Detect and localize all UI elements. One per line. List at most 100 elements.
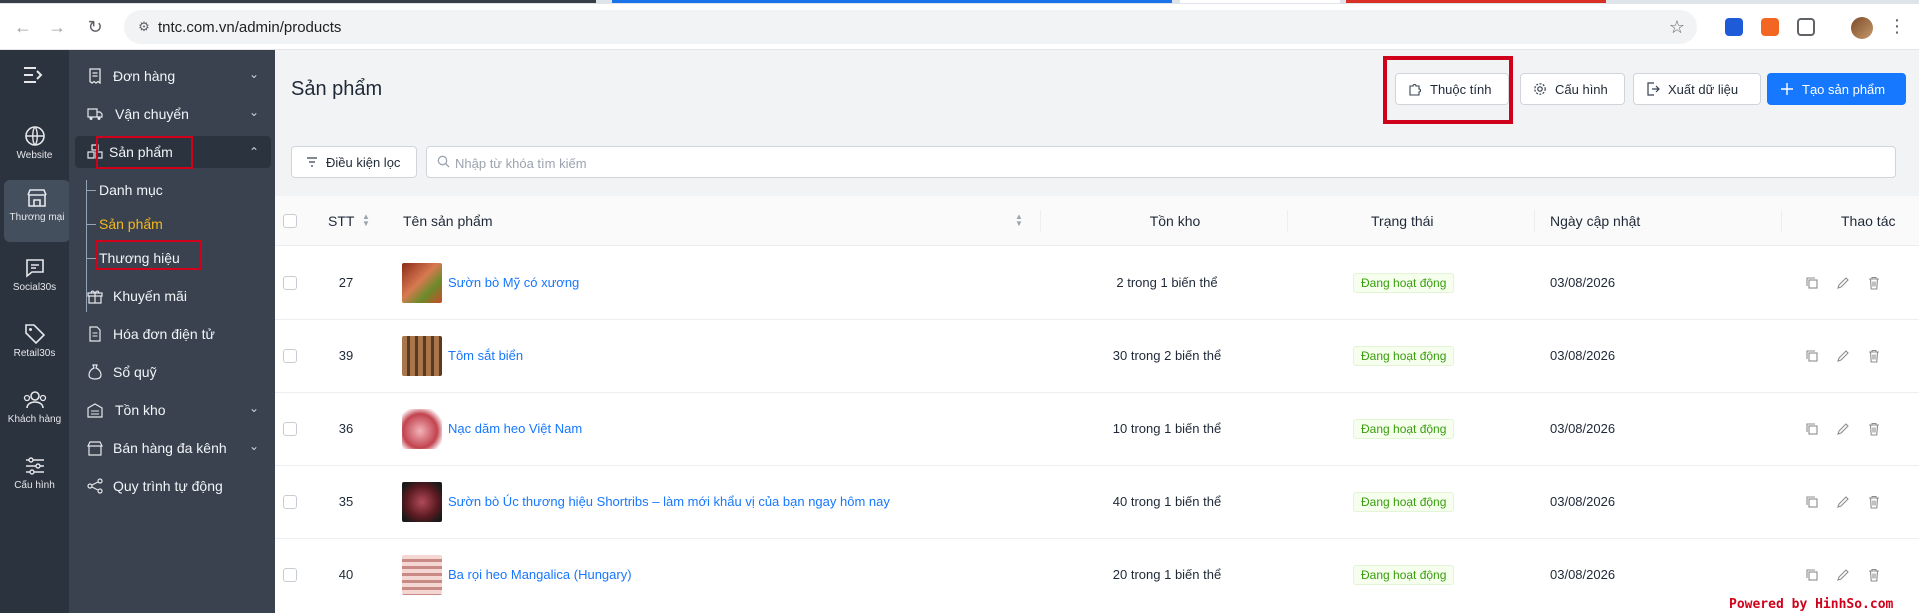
delete-icon[interactable] (1867, 349, 1881, 363)
sidebar-item-label: Bán hàng đa kênh (113, 440, 227, 456)
product-name-link[interactable]: Tôm sắt biển (448, 348, 523, 363)
browser-tab[interactable] (0, 0, 596, 3)
rail-item-customers[interactable]: Khách hàng (0, 382, 69, 444)
sliders-icon (25, 457, 44, 475)
product-thumbnail[interactable] (402, 263, 442, 303)
forward-icon[interactable]: → (46, 16, 68, 38)
address-bar[interactable]: ⚙ tntc.com.vn/admin/products ☆ (124, 10, 1697, 44)
sidebar-item-promotions[interactable]: Khuyến mãi (75, 280, 271, 312)
status-badge: Đang hoạt động (1353, 346, 1455, 366)
chevron-up-icon: ⌃ (248, 145, 259, 159)
column-header-stt[interactable]: STT (328, 213, 354, 229)
back-icon[interactable]: ← (12, 16, 34, 38)
config-button[interactable]: Cấu hình (1520, 73, 1625, 105)
rail-item-commerce[interactable]: Thương mại (4, 180, 70, 242)
filter-button[interactable]: Điều kiện lọc (291, 146, 417, 178)
collapse-menu-icon[interactable] (22, 66, 44, 89)
edit-icon[interactable] (1836, 276, 1850, 290)
column-header-updated: Ngày cập nhật (1550, 213, 1641, 229)
bookmark-star-icon[interactable]: ☆ (1669, 17, 1685, 38)
chevron-down-icon: ⌄ (248, 67, 259, 81)
status-badge: Đang hoạt động (1353, 565, 1455, 585)
delete-icon[interactable] (1867, 276, 1881, 290)
delete-icon[interactable] (1867, 495, 1881, 509)
reload-icon[interactable]: ↻ (84, 16, 106, 38)
url-text[interactable]: tntc.com.vn/admin/products (158, 19, 341, 36)
row-checkbox[interactable] (283, 276, 297, 290)
sort-icon[interactable]: ▲ ▼ (362, 213, 370, 228)
sidebar-item-orders[interactable]: Đơn hàng ⌄ (75, 60, 271, 92)
row-checkbox[interactable] (283, 349, 297, 363)
profile-avatar[interactable] (1851, 17, 1873, 39)
product-thumbnail[interactable] (402, 409, 442, 449)
product-name-link[interactable]: Ba rọi heo Mangalica (Hungary) (448, 567, 632, 582)
table-row[interactable]: 35 Sườn bò Úc thương hiệu Shortribs – là… (275, 466, 1919, 539)
table-row[interactable]: 39 Tôm sắt biển 30 trong 2 biến thể Đang… (275, 320, 1919, 393)
copy-icon[interactable] (1805, 422, 1819, 436)
table-row[interactable]: 27 Sườn bò Mỹ có xương 2 trong 1 biến th… (275, 247, 1919, 320)
export-icon (1647, 82, 1660, 96)
copy-icon[interactable] (1805, 276, 1819, 290)
column-header-name[interactable]: Tên sản phẩm (403, 213, 493, 229)
edit-icon[interactable] (1836, 349, 1850, 363)
table-row[interactable]: 36 Nạc dăm heo Việt Nam 10 trong 1 biến … (275, 393, 1919, 466)
extensions-puzzle-icon[interactable] (1797, 18, 1815, 36)
search-box[interactable] (426, 146, 1896, 178)
extension-shield-icon[interactable] (1725, 18, 1743, 36)
sidebar-item-shipping[interactable]: Vận chuyển ⌄ (75, 98, 271, 130)
product-thumbnail[interactable] (402, 482, 442, 522)
rail-item-social30s[interactable]: Social30s (0, 250, 69, 312)
create-product-button[interactable]: Tạo sản phẩm (1767, 73, 1906, 105)
browser-menu-icon[interactable]: ⋮ (1888, 16, 1906, 37)
rail-item-website[interactable]: Website (0, 118, 69, 180)
site-info-icon[interactable]: ⚙ (136, 19, 152, 35)
sidebar-item-omnichannel[interactable]: Bán hàng đa kênh ⌄ (75, 432, 271, 464)
delete-icon[interactable] (1867, 568, 1881, 582)
select-all-checkbox[interactable] (283, 214, 297, 228)
product-thumbnail[interactable] (402, 336, 442, 376)
sidebar-menu: Đơn hàng ⌄ Vận chuyển ⌄ Sản phẩm ⌃ Danh … (69, 50, 275, 613)
product-name-link[interactable]: Nạc dăm heo Việt Nam (448, 421, 582, 436)
product-name-link[interactable]: Sườn bò Mỹ có xương (448, 275, 579, 290)
watermark: Powered by HinhSo.com (1729, 597, 1894, 612)
row-stt: 27 (338, 275, 354, 290)
button-label: Điều kiện lọc (326, 155, 401, 170)
row-stt: 35 (338, 494, 354, 509)
export-button[interactable]: Xuất dữ liệu (1633, 73, 1761, 105)
submenu-item-categories[interactable]: Danh mục (86, 182, 163, 198)
browser-tab[interactable] (1346, 0, 1606, 3)
row-updated-date: 03/08/2026 (1550, 348, 1616, 363)
sidebar-item-cashbook[interactable]: Sổ quỹ (75, 356, 271, 388)
copy-icon[interactable] (1805, 349, 1819, 363)
sort-icon[interactable]: ▲ ▼ (1015, 213, 1023, 228)
rail-item-settings[interactable]: Cấu hình (0, 448, 69, 510)
search-input[interactable] (455, 153, 1855, 173)
product-thumbnail[interactable] (402, 555, 442, 595)
gift-icon (87, 290, 103, 304)
copy-icon[interactable] (1805, 568, 1819, 582)
sidebar-item-inventory[interactable]: Tồn kho ⌄ (75, 394, 271, 426)
browser-tab[interactable] (612, 0, 1172, 3)
main-content: Sản phẩm Thuộc tính Cấu hình Xuất dữ liệ… (275, 50, 1919, 613)
edit-icon[interactable] (1836, 568, 1850, 582)
rail-label: Khách hàng (7, 414, 62, 425)
share-nodes-icon (87, 478, 103, 494)
app-icon-rail: Website Thương mại Social30s Retail30s K… (0, 50, 70, 613)
product-name-link[interactable]: Sườn bò Úc thương hiệu Shortribs – làm m… (448, 494, 890, 509)
extension-sync-icon[interactable] (1761, 18, 1779, 36)
rail-item-retail30s[interactable]: Retail30s (0, 316, 69, 378)
browser-tab-active[interactable] (1180, 0, 1340, 3)
row-checkbox[interactable] (283, 495, 297, 509)
submenu-item-products[interactable]: Sản phẩm (86, 216, 163, 232)
receipt-icon (89, 68, 101, 84)
delete-icon[interactable] (1867, 422, 1881, 436)
row-checkbox[interactable] (283, 422, 297, 436)
status-badge: Đang hoạt động (1353, 273, 1455, 293)
table-row[interactable]: 40 Ba rọi heo Mangalica (Hungary) 20 tro… (275, 539, 1919, 612)
edit-icon[interactable] (1836, 422, 1850, 436)
sidebar-item-automation[interactable]: Quy trình tự động (75, 470, 271, 502)
copy-icon[interactable] (1805, 495, 1819, 509)
row-checkbox[interactable] (283, 568, 297, 582)
sidebar-item-einvoice[interactable]: Hóa đơn điện tử (75, 318, 271, 350)
edit-icon[interactable] (1836, 495, 1850, 509)
